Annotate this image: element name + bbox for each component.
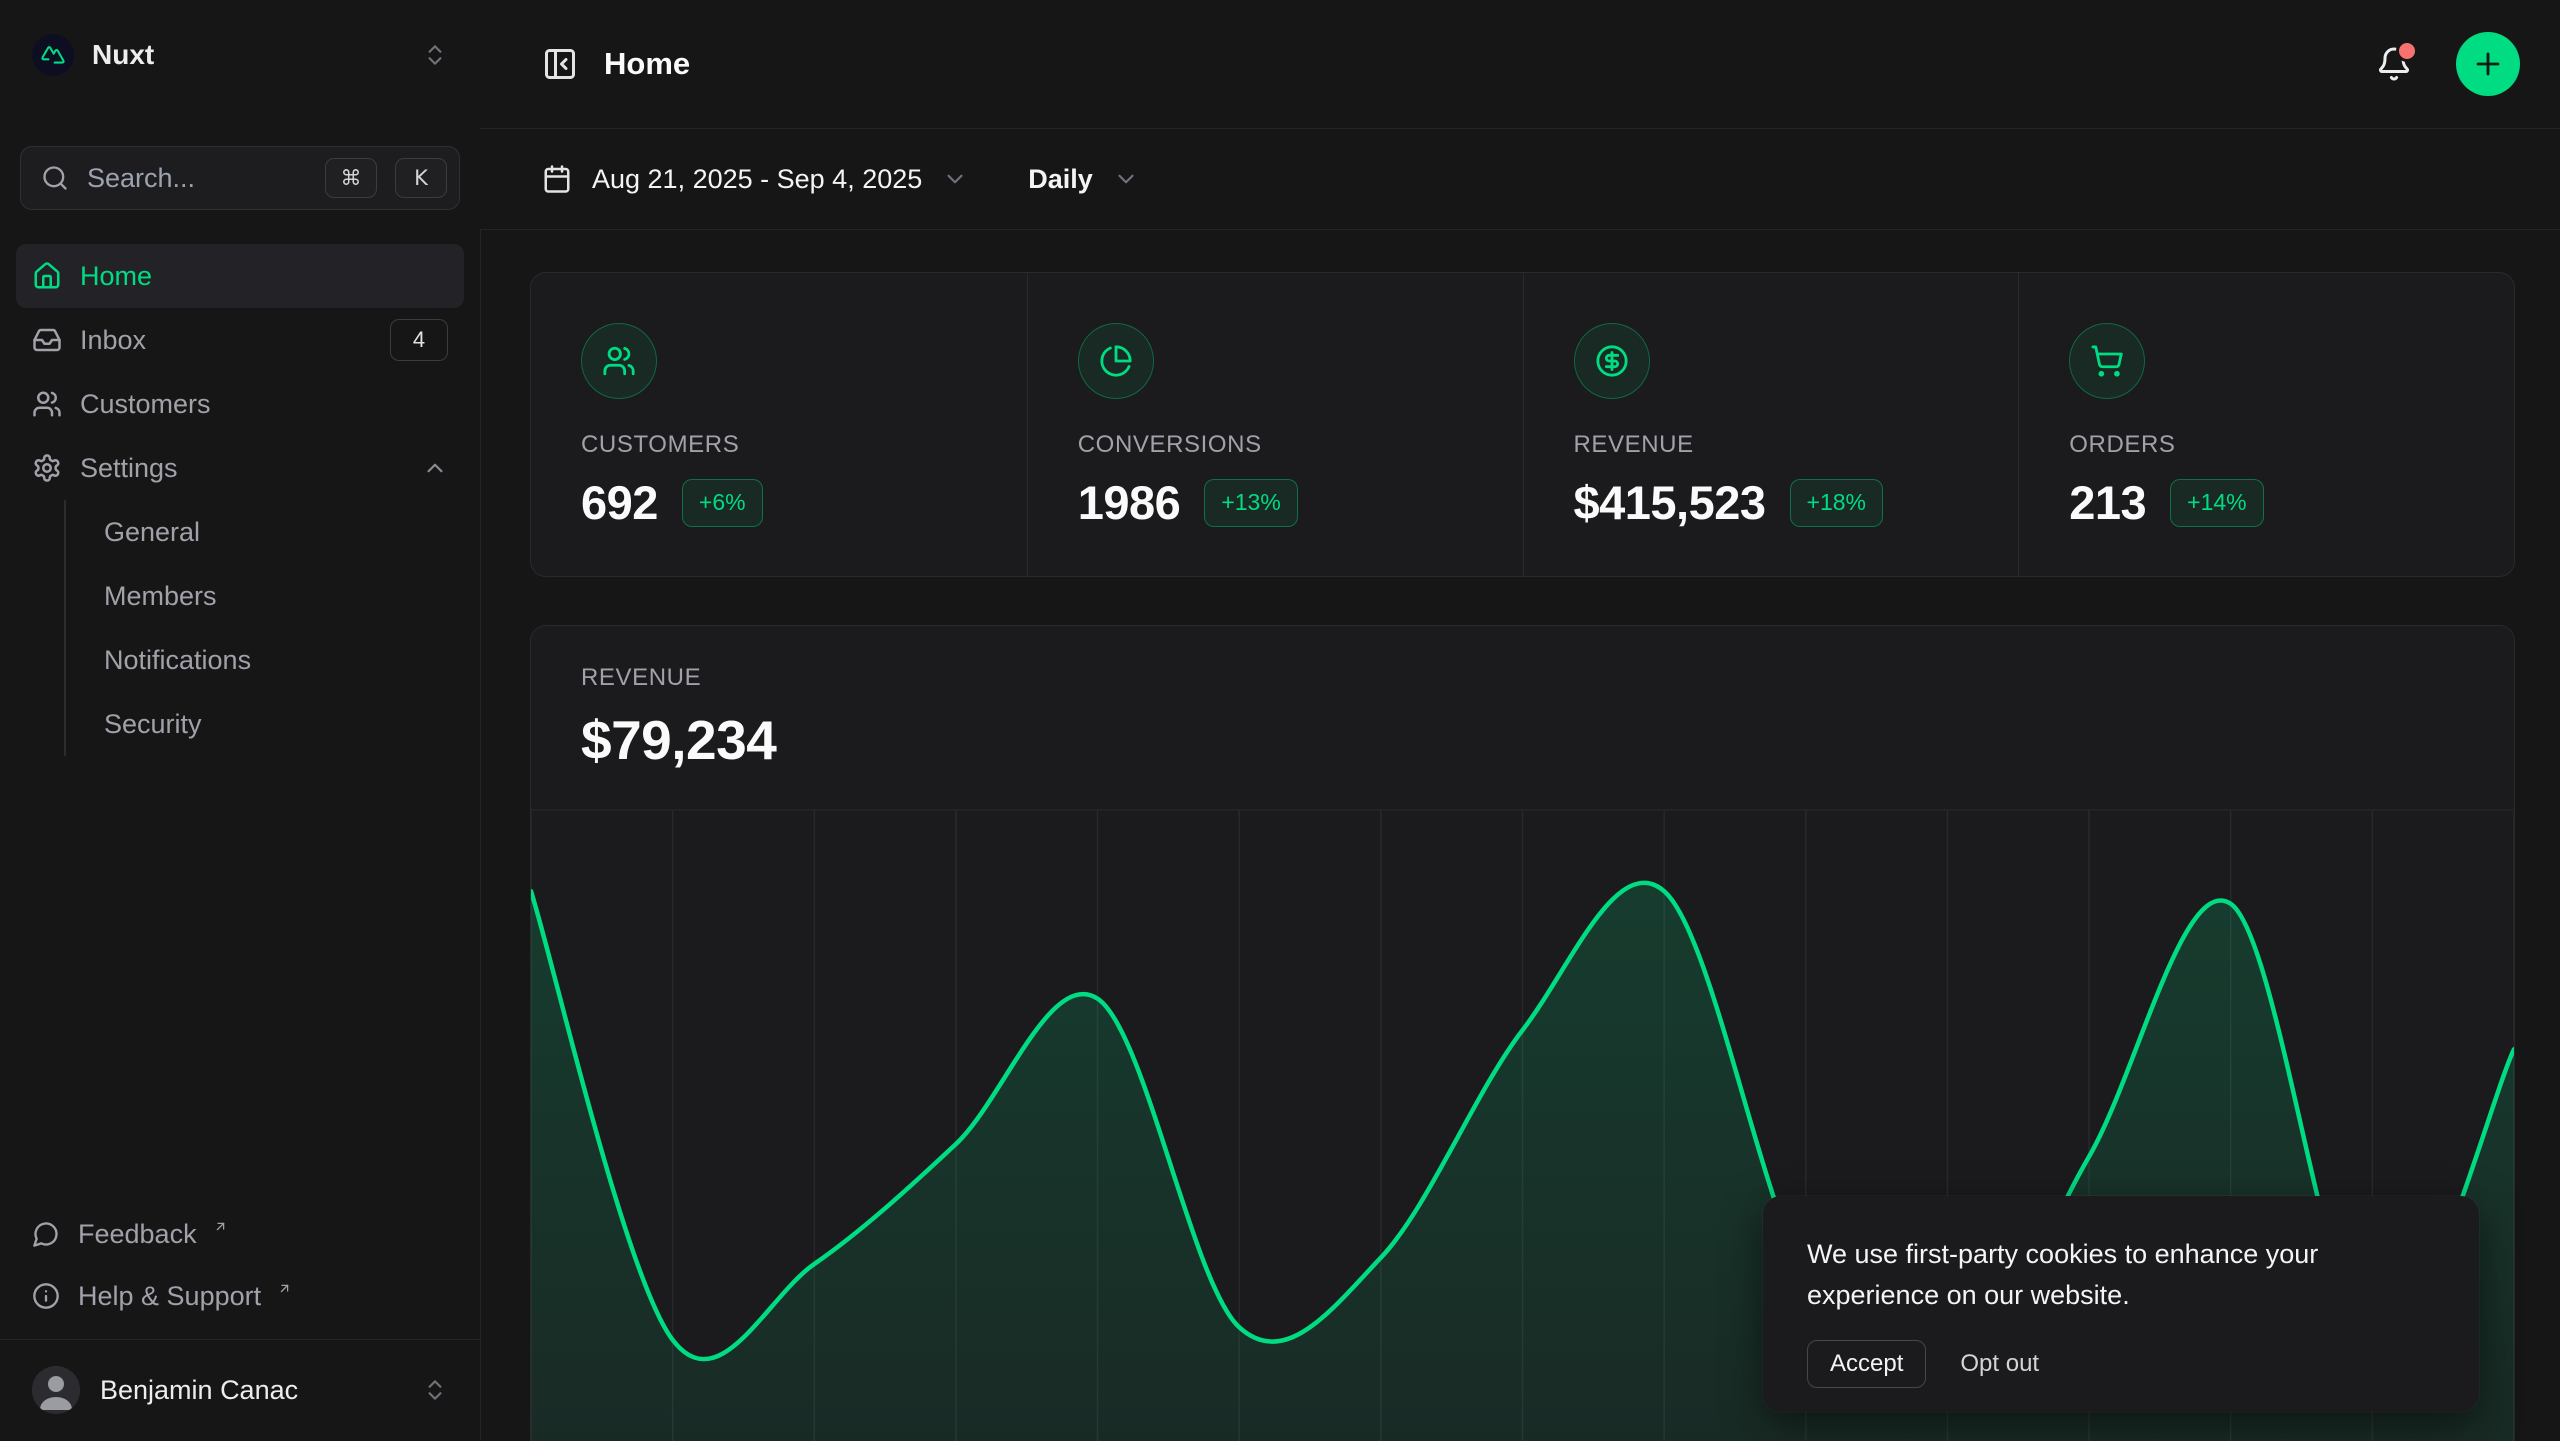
sidebar-nav: Home Inbox 4 Customers Settings Genera: [16, 244, 464, 756]
revenue-value: $79,234: [581, 708, 2464, 772]
sidebar-item-label: Customers: [80, 389, 448, 420]
chevron-down-icon: [942, 166, 968, 192]
stat-label: ORDERS: [2069, 431, 2464, 459]
top-header: Home: [480, 0, 2560, 129]
stat-value: 692: [581, 475, 658, 530]
stats-cards: CUSTOMERS 692 +6% CONVERSIONS 1986 +13% …: [530, 272, 2515, 577]
sidebar-user-section: Benjamin Canac: [0, 1339, 480, 1440]
sidebar-item-security[interactable]: Security: [104, 692, 464, 756]
stat-value: $415,523: [1574, 475, 1766, 530]
help-support-link[interactable]: Help & Support: [32, 1265, 448, 1327]
workspace-switcher[interactable]: Nuxt: [0, 0, 480, 110]
chevron-up-icon: [422, 455, 448, 481]
feedback-link[interactable]: Feedback: [32, 1203, 448, 1265]
date-range-picker[interactable]: Aug 21, 2025 - Sep 4, 2025: [542, 164, 968, 195]
sidebar-item-home[interactable]: Home: [16, 244, 464, 308]
date-range-value: Aug 21, 2025 - Sep 4, 2025: [592, 164, 922, 195]
cookie-message: We use first-party cookies to enhance yo…: [1807, 1234, 2435, 1316]
sidebar-item-label: Settings: [80, 453, 404, 484]
calendar-icon: [542, 164, 572, 194]
stat-delta-badge: +18%: [1790, 479, 1883, 527]
header-actions: [2370, 32, 2520, 96]
optout-cookies-button[interactable]: Opt out: [1960, 1350, 2039, 1378]
stat-card-customers[interactable]: CUSTOMERS 692 +6%: [531, 273, 1027, 576]
stat-value: 213: [2069, 475, 2146, 530]
sidebar-item-label: Inbox: [80, 325, 372, 356]
stat-card-orders[interactable]: ORDERS 213 +14%: [2018, 273, 2514, 576]
cookie-banner: We use first-party cookies to enhance yo…: [1763, 1196, 2479, 1412]
kbd-cmd: ⌘: [325, 158, 377, 198]
collapse-sidebar-button[interactable]: [542, 46, 578, 82]
sidebar-item-settings[interactable]: Settings: [16, 436, 464, 500]
page-title: Home: [604, 46, 690, 82]
sidebar-item-label: Home: [80, 261, 448, 292]
sub-item-label: Members: [104, 581, 217, 612]
nuxt-logo-icon: [32, 34, 74, 76]
cookie-actions: Accept Opt out: [1807, 1340, 2435, 1388]
sidebar: Nuxt Search... ⌘ K Home Inbox 4: [0, 0, 481, 1440]
search-placeholder: Search...: [87, 163, 307, 194]
sidebar-item-general[interactable]: General: [104, 500, 464, 564]
stat-label: CONVERSIONS: [1078, 431, 1473, 459]
stat-card-revenue[interactable]: REVENUE $415,523 +18%: [1523, 273, 2019, 576]
stat-card-conversions[interactable]: CONVERSIONS 1986 +13%: [1027, 273, 1523, 576]
sidebar-footer: Feedback Help & Support: [0, 1203, 480, 1339]
add-button[interactable]: [2456, 32, 2520, 96]
kbd-k: K: [395, 158, 447, 198]
sidebar-item-members[interactable]: Members: [104, 564, 464, 628]
workspace-name: Nuxt: [92, 39, 154, 71]
settings-submenu: General Members Notifications Security: [64, 500, 464, 756]
avatar: [32, 1366, 80, 1414]
inbox-icon: [32, 325, 62, 355]
external-link-arrow-icon: [213, 1219, 228, 1234]
users-icon: [32, 389, 62, 419]
stat-delta-badge: +13%: [1204, 479, 1297, 527]
chat-bubble-icon: [32, 1220, 60, 1248]
revenue-chart-header: REVENUE $79,234: [531, 626, 2514, 772]
search-icon: [41, 164, 69, 192]
unfold-chevrons-icon: [422, 1377, 448, 1403]
granularity-select[interactable]: Daily: [1028, 164, 1139, 195]
sub-item-label: General: [104, 517, 200, 548]
revenue-label: REVENUE: [581, 664, 2464, 692]
sub-item-label: Notifications: [104, 645, 251, 676]
user-name: Benjamin Canac: [100, 1375, 402, 1406]
sidebar-item-inbox[interactable]: Inbox 4: [16, 308, 464, 372]
users-icon: [581, 323, 657, 399]
unfold-chevrons-icon: [422, 42, 448, 68]
chevron-down-icon: [1113, 166, 1139, 192]
pie-chart-icon: [1078, 323, 1154, 399]
stat-delta-badge: +14%: [2170, 479, 2263, 527]
user-menu[interactable]: Benjamin Canac: [0, 1340, 480, 1440]
accept-cookies-button[interactable]: Accept: [1807, 1340, 1926, 1388]
gear-icon: [32, 453, 62, 483]
filters-toolbar: Aug 21, 2025 - Sep 4, 2025 Daily: [480, 129, 2560, 230]
stat-label: CUSTOMERS: [581, 431, 977, 459]
external-link-arrow-icon: [277, 1281, 292, 1296]
stat-value: 1986: [1078, 475, 1181, 530]
cart-icon: [2069, 323, 2145, 399]
feedback-label: Feedback: [78, 1219, 197, 1250]
granularity-value: Daily: [1028, 164, 1093, 195]
house-icon: [32, 261, 62, 291]
notification-dot: [2396, 40, 2418, 62]
notifications-button[interactable]: [2370, 40, 2418, 88]
dollar-circle-icon: [1574, 323, 1650, 399]
sidebar-item-customers[interactable]: Customers: [16, 372, 464, 436]
stat-label: REVENUE: [1574, 431, 1969, 459]
sidebar-item-notifications[interactable]: Notifications: [104, 628, 464, 692]
sub-item-label: Security: [104, 709, 202, 740]
stat-delta-badge: +6%: [682, 479, 763, 527]
help-support-label: Help & Support: [78, 1281, 261, 1312]
inbox-count-badge: 4: [390, 319, 448, 361]
info-circle-icon: [32, 1282, 60, 1310]
search-input[interactable]: Search... ⌘ K: [20, 146, 460, 210]
